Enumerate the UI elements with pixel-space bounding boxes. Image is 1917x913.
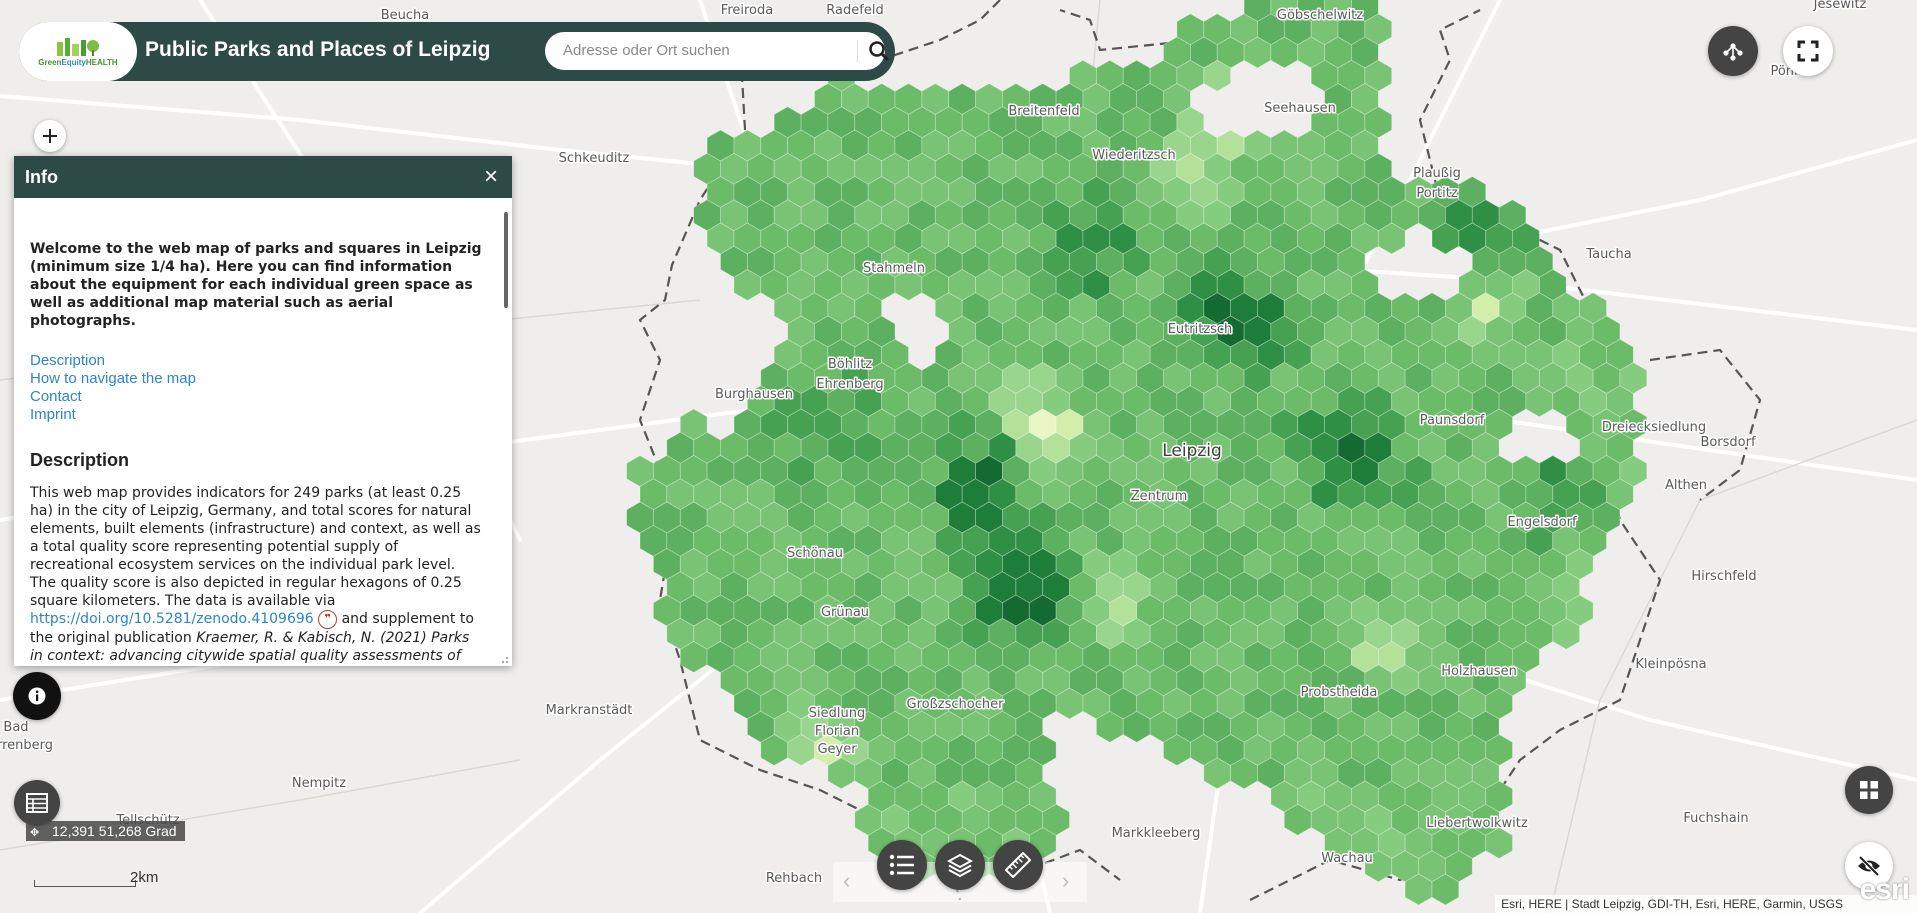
place-label-ehrenberg: Ehrenberg	[816, 377, 883, 392]
place-label-kleinpoesna: Kleinpösna	[1635, 657, 1706, 672]
place-label-hirschfeld: Hirschfeld	[1691, 569, 1756, 584]
place-label-althen: Althen	[1665, 478, 1707, 493]
place-label-siedlung: Siedlung	[809, 706, 865, 721]
layers-icon	[947, 853, 973, 877]
link-contact[interactable]: Contact	[30, 388, 482, 406]
share-icon	[1723, 43, 1743, 61]
welcome-text: Welcome to the web map of parks and squa…	[30, 241, 482, 329]
apps-grid-button[interactable]	[1845, 766, 1893, 814]
info-icon	[28, 687, 46, 705]
place-label-geyer: Geyer	[817, 742, 857, 757]
chevron-left-icon[interactable]: ‹	[843, 868, 850, 894]
place-label-taucha: Taucha	[1585, 247, 1631, 262]
place-label-engelsdorf: Engelsdorf	[1507, 515, 1577, 530]
scale-label: 2km	[130, 869, 159, 886]
fullscreen-button[interactable]	[1783, 26, 1833, 76]
share-button[interactable]	[1708, 26, 1758, 76]
link-how-to-navigate[interactable]: How to navigate the map	[30, 370, 482, 388]
place-label-radefeld: Radefeld	[826, 3, 883, 18]
place-label-stahmeln: Stahmeln	[863, 261, 925, 276]
doi-link[interactable]: https://doi.org/10.5281/zenodo.4109696	[30, 611, 314, 627]
place-label-markranstaedt: Markranstädt	[546, 703, 633, 718]
place-label-breitenfeld: Breitenfeld	[1008, 104, 1079, 119]
table-icon	[26, 793, 48, 813]
apps-grid-icon	[1860, 781, 1878, 799]
plus-icon	[43, 129, 57, 143]
search-icon	[869, 41, 889, 61]
crosshair-icon: ✥	[30, 827, 40, 839]
coordinate-value: 12,391 51,268 Grad	[52, 823, 177, 839]
search-box[interactable]	[545, 32, 889, 70]
search-divider	[857, 40, 858, 62]
external-link-icon[interactable]: ❞	[318, 610, 338, 629]
place-label-plaussig: Plaußig	[1413, 166, 1461, 181]
layers-button[interactable]	[935, 840, 985, 890]
place-label-bad: Bad	[3, 720, 28, 735]
app-title: Public Parks and Places of Leipzig	[145, 38, 491, 61]
place-label-fuchshain: Fuchshain	[1683, 811, 1748, 826]
description-heading: Description	[30, 450, 130, 470]
scale-bar: 2km	[34, 869, 162, 887]
description-text: This web map provides indicators for 249…	[30, 484, 482, 665]
info-panel-title: Info	[25, 167, 58, 187]
map-attribution[interactable]: Esri, HERE | Stadt Leipzig, GDI-TH, Esri…	[1495, 895, 1917, 913]
description-body: This web map provides indicators for 249…	[30, 485, 481, 609]
place-label-paunsdorf: Paunsdorf	[1420, 413, 1485, 428]
zoom-in-button[interactable]	[34, 120, 66, 152]
info-panel: Info × Welcome to the web map of parks a…	[14, 156, 512, 666]
logo-text: GreenEquityHEALTH	[38, 58, 118, 67]
app-header: GreenEquityHEALTH Public Parks and Place…	[19, 22, 895, 81]
place-label-goebschelwitz: Göbschelwitz	[1277, 8, 1363, 23]
info-panel-header: Info ×	[14, 156, 512, 198]
measure-button[interactable]	[993, 840, 1043, 890]
place-label-wiederitzsch: Wiederitzsch	[1092, 148, 1175, 163]
place-label-holzhausen: Holzhausen	[1441, 664, 1517, 679]
place-label-liebertwolkwitz: Liebertwolkwitz	[1426, 816, 1528, 831]
place-label-leipzig: Leipzig	[1162, 441, 1222, 461]
legend-button[interactable]	[877, 840, 927, 890]
place-label-schoenau: Schönau	[787, 546, 843, 561]
place-label-freiroda: Freiroda	[721, 3, 773, 18]
place-label-nempitz: Nempitz	[292, 776, 346, 791]
coordinate-readout[interactable]: ✥ 12,391 51,268 Grad	[26, 821, 185, 841]
place-label-grossschocher: Großzschocher	[907, 697, 1005, 712]
place-label-burghausen: Burghausen	[715, 387, 793, 402]
search-button[interactable]	[865, 38, 893, 64]
place-label-borsdorf: Borsdorf	[1700, 435, 1756, 450]
place-label-probstheida: Probstheida	[1301, 685, 1378, 700]
place-label-seehausen: Seehausen	[1264, 101, 1336, 116]
place-label-dreiecksiedlung: Dreiecksiedlung	[1602, 420, 1706, 435]
place-label-jesewitz: Jesewitz	[1813, 0, 1867, 12]
place-label-boehlitz: Böhlitz	[828, 357, 872, 372]
legend-list-icon	[889, 854, 914, 876]
search-input[interactable]	[561, 41, 855, 60]
close-icon[interactable]: ×	[484, 163, 498, 191]
green-equity-health-logo[interactable]: GreenEquityHEALTH	[19, 22, 137, 81]
place-label-gruenau: Grünau	[821, 605, 869, 620]
info-toggle-button[interactable]	[13, 672, 61, 720]
link-description[interactable]: Description	[30, 352, 482, 370]
place-label-portitz: Portitz	[1416, 186, 1457, 201]
resize-handle-icon[interactable]	[499, 654, 509, 664]
place-label-rehbach: Rehbach	[766, 871, 822, 886]
chevron-right-icon[interactable]: ›	[1062, 868, 1069, 894]
link-imprint[interactable]: Imprint	[30, 406, 482, 424]
place-label-beucha: Beucha	[381, 8, 430, 23]
esri-logo[interactable]: esri	[1860, 873, 1910, 907]
place-label-markkleeberg: Markkleeberg	[1112, 826, 1201, 841]
place-label-eutritzsch: Eutritzsch	[1168, 322, 1233, 337]
ruler-icon	[1005, 852, 1031, 878]
place-label-duerrenberg: rrenberg	[0, 738, 53, 753]
logo-city-icon	[51, 36, 105, 58]
place-label-florian: Florian	[815, 724, 859, 739]
place-label-schkeuditz: Schkeuditz	[559, 151, 630, 166]
table-button[interactable]	[14, 780, 60, 826]
scale-bar-line	[34, 880, 136, 887]
fullscreen-icon	[1797, 40, 1819, 62]
place-label-zentrum: Zentrum	[1131, 489, 1188, 504]
scrollbar[interactable]	[504, 212, 508, 308]
info-panel-content[interactable]: Welcome to the web map of parks and squa…	[14, 198, 500, 666]
info-links: Description How to navigate the map Cont…	[30, 352, 482, 424]
place-label-wachau: Wachau	[1321, 851, 1373, 866]
